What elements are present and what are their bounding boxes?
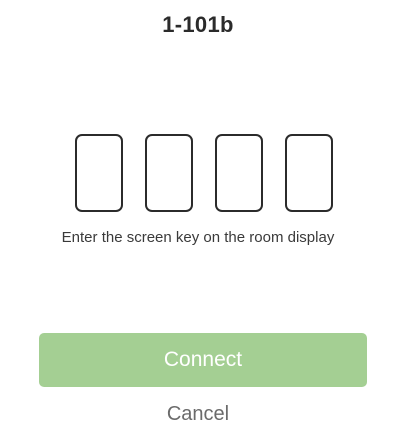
screen-key-digit-4[interactable]: [285, 134, 333, 212]
screen-key-input-group: [75, 134, 333, 212]
connect-button[interactable]: Connect: [39, 333, 367, 387]
screen-key-digit-2[interactable]: [145, 134, 193, 212]
screen-key-digit-3[interactable]: [215, 134, 263, 212]
cancel-button[interactable]: Cancel: [0, 403, 396, 426]
room-title: 1-101b: [162, 12, 234, 37]
screen-key-digit-1[interactable]: [75, 134, 123, 212]
screen-key-hint: Enter the screen key on the room display: [61, 229, 335, 246]
